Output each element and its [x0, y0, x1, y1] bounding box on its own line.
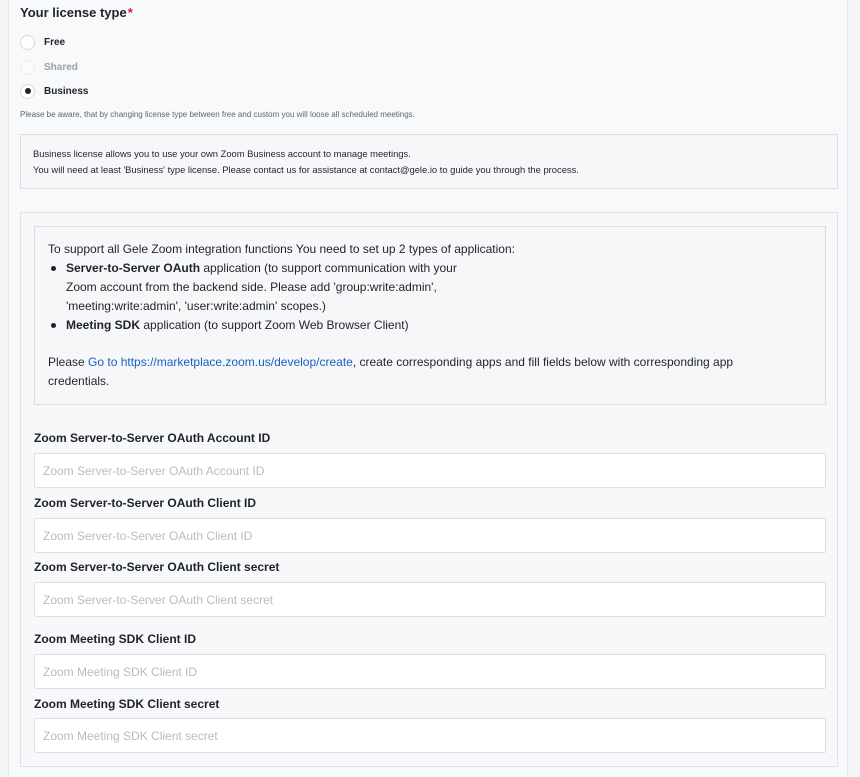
account-id-input[interactable]: [34, 453, 826, 488]
radio-business[interactable]: [20, 83, 35, 99]
please-suffix: , create corresponding apps and fill fie…: [352, 355, 734, 369]
radio-option-free[interactable]: Free: [20, 33, 65, 51]
sdk-client-id-input[interactable]: [34, 654, 826, 689]
sdk-client-id-label: Zoom Meeting SDK Client ID: [34, 632, 196, 646]
instructions-intro: To support all Gele Zoom integration fun…: [48, 242, 515, 256]
sdk-client-secret-label: Zoom Meeting SDK Client secret: [34, 697, 220, 711]
integration-instructions: To support all Gele Zoom integration fun…: [34, 226, 826, 405]
business-license-info: Business license allows you to use your …: [20, 134, 838, 189]
please-line2: credentials.: [48, 374, 110, 388]
account-id-label: Zoom Server-to-Server OAuth Account ID: [34, 431, 271, 445]
list-item: Meeting SDK application (to support Zoom…: [48, 316, 812, 335]
radio-selected-dot: [24, 88, 31, 94]
sdk-client-secret-input[interactable]: [34, 718, 826, 753]
marketplace-link[interactable]: Go to https://marketplace.zoom.us/develo…: [88, 355, 353, 369]
app-type-desc-line3: 'meeting:write:admin', 'user:write:admin…: [66, 299, 326, 313]
app-type-name: Server-to-Server OAuth: [66, 261, 201, 275]
settings-page: Your license type* Free Shared Business …: [8, 0, 848, 777]
business-info-line1: Business license allows you to use your …: [33, 148, 411, 159]
radio-shared: [20, 59, 35, 75]
radio-business-label: Business: [44, 85, 89, 97]
required-mark: *: [127, 5, 133, 20]
app-type-name: Meeting SDK: [66, 318, 141, 332]
client-secret-input[interactable]: [34, 582, 826, 617]
app-types-list: Server-to-Server OAuth application (to s…: [48, 259, 812, 335]
radio-free-label: Free: [44, 36, 66, 48]
app-type-desc: application (to support Zoom Web Browser…: [140, 318, 409, 332]
please-prefix: Please: [48, 355, 89, 369]
business-info-line2: You will need at least 'Business' type l…: [33, 164, 579, 175]
app-type-desc-line2: Zoom account from the backend side. Plea…: [66, 280, 437, 294]
app-type-desc: application (to support communication wi…: [200, 261, 457, 275]
radio-free[interactable]: [20, 34, 35, 50]
license-type-title: Your license type: [20, 5, 127, 20]
radio-option-business[interactable]: Business: [20, 82, 88, 100]
list-item: Server-to-Server OAuth application (to s…: [48, 259, 812, 316]
client-secret-label: Zoom Server-to-Server OAuth Client secre…: [34, 560, 280, 574]
radio-option-shared: Shared: [20, 58, 78, 76]
zoom-credentials-panel: To support all Gele Zoom integration fun…: [20, 212, 838, 767]
license-type-heading: Your license type*: [20, 5, 133, 20]
client-id-label: Zoom Server-to-Server OAuth Client ID: [34, 496, 257, 510]
license-change-warning: Please be aware, that by changing licens…: [20, 110, 415, 119]
radio-shared-label: Shared: [44, 61, 78, 73]
instructions-cta: Please Go to https://marketplace.zoom.us…: [48, 353, 812, 391]
client-id-input[interactable]: [34, 518, 826, 553]
